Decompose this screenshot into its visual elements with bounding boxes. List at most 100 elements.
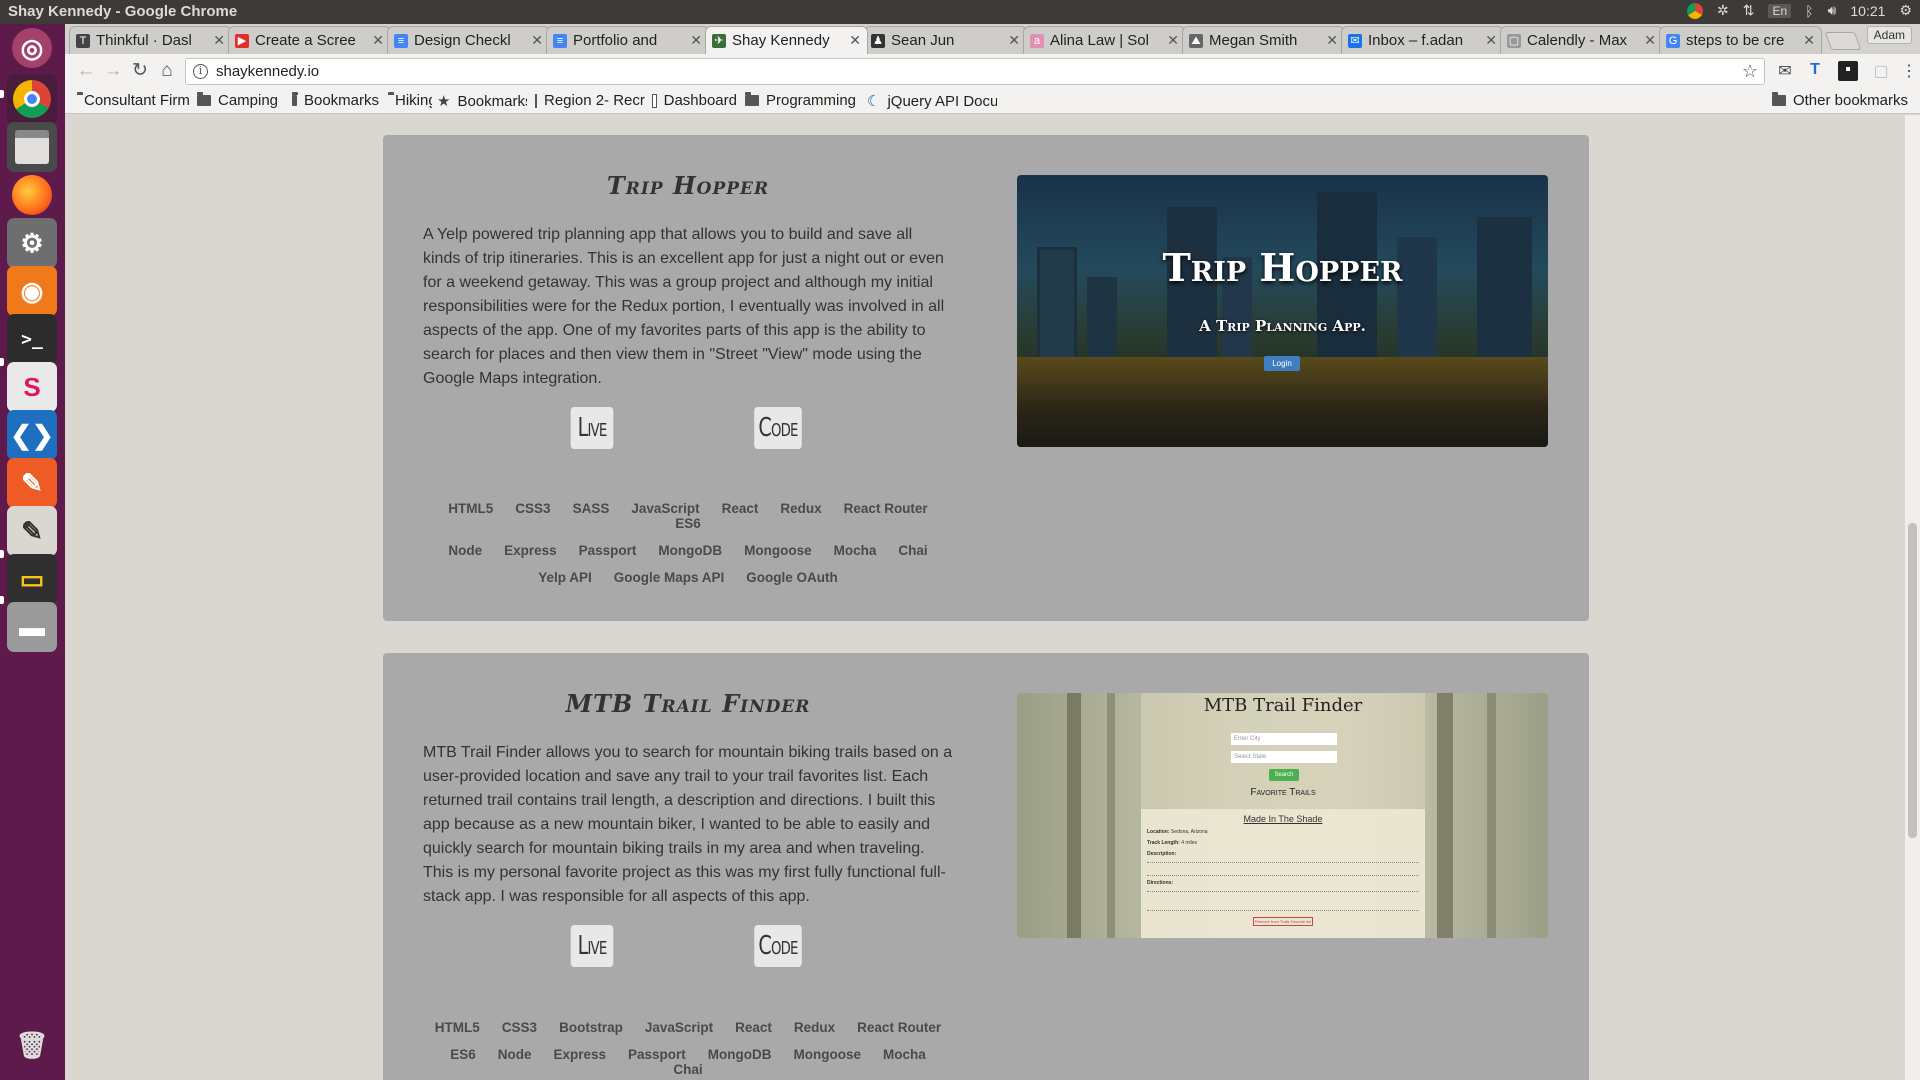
back-button[interactable]: ← xyxy=(75,60,97,82)
screenshot-remove-button: Remove from Trails Favorite list xyxy=(1253,917,1313,926)
project-description: A Yelp powered trip planning app that al… xyxy=(423,226,945,387)
tab-close-icon[interactable]: ✕ xyxy=(1008,32,1020,49)
tech-stack: HTML5 CSS3 Bootstrap JavaScript React Redux Re… xyxy=(423,1020,953,1080)
address-bar[interactable]: i shaykennedy.io ☆ xyxy=(185,58,1765,85)
tech-tag: Chai xyxy=(898,543,928,558)
folder-icon xyxy=(197,92,211,106)
tab-close-icon[interactable]: ✕ xyxy=(1803,32,1815,49)
bookmark-item[interactable]: Dashboard xyxy=(652,92,737,109)
system-settings-launcher-icon[interactable]: ⚙ xyxy=(7,218,57,268)
tech-row: HTML5 CSS3 SASS JavaScript React Redux React R… xyxy=(423,501,953,531)
trash-launcher-icon[interactable]: 🗑︎ xyxy=(7,1020,57,1070)
scrollbar-thumb[interactable] xyxy=(1908,523,1917,838)
music-player-launcher-icon[interactable]: ◉ xyxy=(7,266,57,316)
bookmark-item[interactable]: Consultant Firm xyxy=(77,92,189,109)
slack-launcher-icon[interactable]: S xyxy=(7,362,57,412)
live-button[interactable]: Live xyxy=(570,925,614,967)
browser-tab[interactable]: ≡ Portfolio and ✕ xyxy=(546,26,709,54)
clock[interactable]: 10:21 xyxy=(1850,3,1885,19)
browser-tab[interactable]: Gsteps to be cre ✕ xyxy=(1659,26,1822,54)
thinkful-extension-icon[interactable]: T xyxy=(1805,61,1825,81)
volume-icon[interactable]: 🔊︎ xyxy=(1828,2,1837,19)
page-scrollbar[interactable] xyxy=(1905,115,1920,1080)
chrome-menu-icon[interactable]: ⋮ xyxy=(1899,61,1919,81)
browser-tab[interactable]: ✉ Inbox – f.adan ✕ xyxy=(1341,26,1504,54)
tab-close-icon[interactable]: ✕ xyxy=(849,32,861,49)
bookmark-star-icon[interactable]: ☆ xyxy=(1742,61,1758,82)
tab-close-icon[interactable]: ✕ xyxy=(531,32,543,49)
tab-close-icon[interactable]: ✕ xyxy=(1485,32,1497,49)
browser-toolbar: ← → ↻ ⌂ i shaykennedy.io ☆ ✉ T ▪ ▢ ⋮ xyxy=(65,54,1920,88)
browser-tab[interactable]: ≡ Design Checkl ✕ xyxy=(387,26,550,54)
ubuntu-dash-icon[interactable]: ◎ xyxy=(12,28,52,68)
tab-close-icon[interactable]: ✕ xyxy=(213,32,225,49)
browser-tab[interactable]: ▢ Calendly - Max ✕ xyxy=(1500,26,1663,54)
other-bookmarks-folder[interactable]: Other bookmarks xyxy=(1771,92,1908,109)
bookmark-item[interactable]: Programming xyxy=(745,92,856,109)
screenshot-state-select: Select State xyxy=(1231,751,1337,763)
bookmark-item[interactable]: Camping xyxy=(197,92,278,109)
network-icon[interactable]: ⇅ xyxy=(1743,2,1755,19)
mtb-trail-finder-screenshot[interactable]: MTB Trail Finder Enter City Select State… xyxy=(1017,693,1548,938)
settings-applet-icon[interactable]: ✲ xyxy=(1717,2,1729,19)
screenshot-heading: Trip Hopper xyxy=(1162,245,1403,290)
mail-extension-icon[interactable]: ✉ xyxy=(1775,61,1795,81)
trip-hopper-screenshot[interactable]: Trip Hopper A Trip Planning App. Login xyxy=(1017,175,1548,447)
terminal-launcher-icon[interactable]: >_ xyxy=(7,314,57,364)
text-editor-launcher-icon[interactable]: ✎ xyxy=(7,506,57,556)
url-text[interactable]: shaykennedy.io xyxy=(216,63,319,80)
power-gear-icon[interactable]: ⚙ xyxy=(1899,2,1912,19)
tab-close-icon[interactable]: ✕ xyxy=(1326,32,1338,49)
bookmark-item[interactable]: Region 2- Recrea xyxy=(535,92,645,109)
home-button[interactable]: ⌂ xyxy=(156,60,178,82)
screenshot-location-label: Location: xyxy=(1147,829,1170,835)
bookmark-item[interactable]: ☾ jQuery API Docu xyxy=(867,92,997,111)
tab-close-icon[interactable]: ✕ xyxy=(690,32,702,49)
profile-button[interactable]: Adam xyxy=(1866,26,1912,44)
tech-tag: Google OAuth xyxy=(746,570,838,585)
browser-tab[interactable]: T Thinkful · Dasl ✕ xyxy=(69,26,232,54)
bookmark-label: Dashboard xyxy=(663,92,737,109)
page-icon xyxy=(652,93,657,108)
tab-close-icon[interactable]: ✕ xyxy=(1644,32,1656,49)
bookmark-item[interactable]: Hiking xyxy=(388,92,432,109)
tab-label: Inbox – f.adan xyxy=(1368,32,1464,49)
folder-icon xyxy=(1771,92,1786,106)
live-button[interactable]: Live xyxy=(570,407,614,449)
forward-button[interactable]: → xyxy=(102,60,124,82)
code-button[interactable]: Code xyxy=(754,925,802,967)
keyboard-language-indicator[interactable]: En xyxy=(1768,3,1792,18)
tab-close-icon[interactable]: ✕ xyxy=(1167,32,1179,49)
bluetooth-icon[interactable]: ᛒ xyxy=(1805,3,1813,19)
tab-favicon-icon: ✉ xyxy=(1348,33,1362,48)
reload-button[interactable]: ↻ xyxy=(129,60,151,82)
browser-tab[interactable]: ▶ Create a Scree ✕ xyxy=(228,26,391,54)
bookmark-label: Bookmarks xyxy=(457,92,527,110)
browser-tab[interactable]: ♟ Sean Jun ✕ xyxy=(864,26,1027,54)
bookmark-item[interactable]: Bookmarks xyxy=(292,92,379,109)
presentation-launcher-icon[interactable]: ▭ xyxy=(7,554,57,604)
bookmark-item[interactable]: ★ Bookmarks xyxy=(437,92,527,111)
dark-extension-icon[interactable]: ▪ xyxy=(1838,61,1858,81)
files-launcher-icon[interactable] xyxy=(7,122,57,172)
tech-tag: SASS xyxy=(572,501,610,516)
new-tab-button[interactable] xyxy=(1824,32,1862,50)
drive-launcher-icon[interactable]: ▬ xyxy=(7,602,57,652)
project-card: MTB Trail Finder MTB Trail Finder allows… xyxy=(383,653,1589,1080)
browser-tab[interactable]: ⛰ Megan Smith ✕ xyxy=(1182,26,1345,54)
tab-label: Sean Jun xyxy=(891,32,955,49)
vscode-launcher-icon[interactable]: ❮❯ xyxy=(7,410,57,460)
firefox-launcher-icon[interactable] xyxy=(7,170,57,220)
browser-tab[interactable]: ✈ Shay Kennedy ✕ xyxy=(705,26,868,54)
code-button[interactable]: Code xyxy=(754,407,802,449)
postman-launcher-icon[interactable]: ✎ xyxy=(7,458,57,508)
placeholder-extension-icon[interactable]: ▢ xyxy=(1871,61,1891,81)
chrome-status-icon[interactable] xyxy=(1687,2,1703,19)
tab-close-icon[interactable]: ✕ xyxy=(372,32,384,49)
tech-tag: Node xyxy=(448,543,483,558)
site-info-icon[interactable]: i xyxy=(193,64,208,79)
tech-tag: Mongoose xyxy=(744,543,812,558)
chrome-launcher-icon[interactable] xyxy=(7,74,57,124)
tech-tag: Yelp API xyxy=(538,570,592,585)
browser-tab[interactable]: a Alina Law | Sol ✕ xyxy=(1023,26,1186,54)
